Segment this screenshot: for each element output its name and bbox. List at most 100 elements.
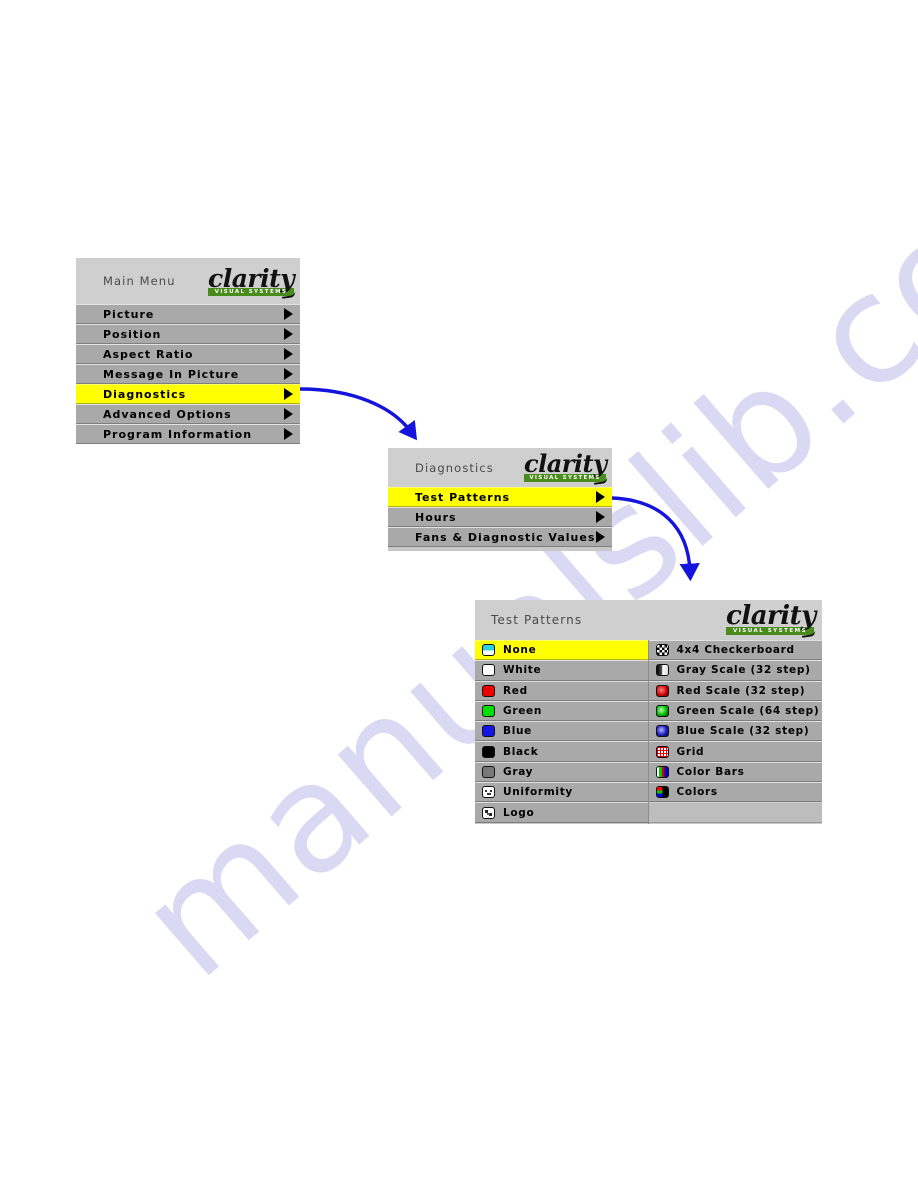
clarity-logo-word: clarity	[208, 263, 295, 293]
test-pattern-uniformity[interactable]: Uniformity	[475, 782, 648, 803]
test-pattern-label: Red Scale (32 step)	[676, 684, 806, 697]
test-pattern-label: Grid	[676, 745, 705, 758]
none-pattern-icon	[482, 644, 495, 657]
test-pattern-black[interactable]: Black	[475, 741, 648, 762]
test-pattern-colors[interactable]: Colors	[648, 782, 822, 803]
test-pattern-blue-scale-32-step[interactable]: Blue Scale (32 step)	[648, 721, 822, 742]
test-pattern-color-bars[interactable]: Color Bars	[648, 761, 822, 783]
submenu-arrow-icon	[284, 348, 293, 360]
red-swatch-icon	[482, 684, 495, 697]
menu-item-label: Aspect Ratio	[103, 347, 194, 361]
gray-swatch-icon	[482, 765, 495, 778]
connector-arrows	[299, 387, 700, 582]
test-pattern-label: White	[503, 664, 542, 677]
test-patterns-body: None White Red Green Blue Black Gray Uniformity…	[475, 640, 822, 824]
page-watermark: manualslib.com	[0, 0, 918, 1188]
test-patterns-right-column: 4x4 Checkerboard Gray Scale (32 step) Red …	[648, 640, 822, 824]
main-menu-item-aspect-ratio[interactable]: Aspect Ratio	[76, 344, 300, 364]
main-menu-item-diagnostics[interactable]: Diagnostics	[76, 384, 300, 404]
menu-item-label: Fans & Diagnostic Values	[415, 530, 596, 544]
clarity-logo-tagline: VISUAL SYSTEMS	[726, 626, 814, 635]
arrow-main-to-diagnostics	[299, 387, 418, 441]
test-pattern-4x4-checkerboard[interactable]: 4x4 Checkerboard	[648, 640, 822, 661]
test-pattern-red[interactable]: Red	[475, 680, 648, 701]
menu-item-label: Program Information	[103, 427, 253, 441]
menu-item-label: Message In Picture	[103, 367, 240, 381]
clarity-logo: clarity VISUAL SYSTEMS	[524, 452, 609, 485]
blue-swatch-icon	[482, 725, 495, 738]
test-pattern-gray-scale-32-step[interactable]: Gray Scale (32 step)	[648, 660, 822, 681]
test-pattern-label: Color Bars	[676, 765, 745, 778]
colors-icon	[655, 786, 669, 799]
submenu-arrow-icon	[596, 491, 605, 503]
test-pattern-label: Green Scale (64 step)	[676, 705, 820, 718]
menu-item-label: Advanced Options	[103, 407, 232, 421]
clarity-logo: clarity VISUAL SYSTEMS	[726, 601, 816, 638]
grid-icon	[655, 745, 669, 758]
test-pattern-label: None	[503, 644, 537, 657]
gray-scale-icon	[655, 664, 669, 677]
diagnostics-menu-item-fans-diagnostic-values[interactable]: Fans & Diagnostic Values	[388, 527, 612, 547]
green-scale-icon	[655, 705, 669, 718]
white-swatch-icon	[482, 664, 495, 677]
diagnostics-menu-title: Diagnostics	[415, 460, 494, 475]
test-pattern-label: Blue Scale (32 step)	[676, 725, 810, 738]
submenu-arrow-icon	[284, 308, 293, 320]
checkerboard-icon	[655, 644, 669, 657]
test-pattern-white[interactable]: White	[475, 660, 648, 681]
test-pattern-green-scale-64-step[interactable]: Green Scale (64 step)	[648, 700, 822, 722]
blue-scale-icon	[655, 725, 669, 738]
submenu-arrow-icon	[284, 328, 293, 340]
main-menu-panel: Main Menu clarity VISUAL SYSTEMS Picture…	[76, 258, 300, 444]
black-swatch-icon	[482, 745, 495, 758]
diagnostics-menu-panel: Diagnostics clarity VISUAL SYSTEMS Test …	[388, 448, 612, 551]
arrow-diagnostics-to-test-patterns	[611, 496, 700, 582]
color-bars-icon	[655, 765, 669, 778]
test-pattern-none[interactable]: None	[475, 640, 648, 661]
submenu-arrow-icon	[284, 408, 293, 420]
main-menu-item-position[interactable]: Position	[76, 324, 300, 344]
main-menu-item-program-information[interactable]: Program Information	[76, 424, 300, 444]
submenu-arrow-icon	[284, 368, 293, 380]
menu-item-label: Picture	[103, 307, 155, 321]
main-menu-item-advanced-options[interactable]: Advanced Options	[76, 404, 300, 424]
submenu-arrow-icon	[596, 531, 605, 543]
test-pattern-row-empty	[648, 802, 822, 823]
clarity-logo: clarity VISUAL SYSTEMS	[208, 263, 297, 299]
clarity-logo-tagline: VISUAL SYSTEMS	[524, 473, 606, 482]
test-pattern-label: 4x4 Checkerboard	[676, 644, 795, 657]
test-pattern-label: Uniformity	[503, 786, 573, 799]
diagnostics-menu-rows: Test Patterns Hours Fans & Diagnostic Valu…	[388, 487, 612, 547]
diagnostics-menu-header: Diagnostics clarity VISUAL SYSTEMS	[388, 448, 612, 487]
menu-item-label: Diagnostics	[103, 387, 187, 401]
main-menu-title: Main Menu	[103, 274, 176, 288]
submenu-arrow-icon	[284, 428, 293, 440]
test-pattern-label: Green	[503, 705, 543, 718]
main-menu-header: Main Menu clarity VISUAL SYSTEMS	[76, 258, 300, 304]
test-patterns-header: Test Patterns clarity VISUAL SYSTEMS	[475, 600, 822, 640]
clarity-logo-word: clarity	[726, 601, 816, 632]
test-pattern-label: Colors	[676, 786, 718, 799]
main-menu-item-message-in-picture[interactable]: Message In Picture	[76, 364, 300, 384]
test-pattern-gray[interactable]: Gray	[475, 761, 648, 783]
logo-pattern-icon	[482, 806, 495, 819]
clarity-logo-tagline: VISUAL SYSTEMS	[208, 287, 294, 296]
test-pattern-label: Logo	[503, 806, 535, 819]
test-pattern-blue[interactable]: Blue	[475, 721, 648, 742]
submenu-arrow-icon	[284, 388, 293, 400]
menu-item-label: Test Patterns	[415, 490, 511, 504]
test-pattern-green[interactable]: Green	[475, 700, 648, 722]
diagnostics-menu-item-hours[interactable]: Hours	[388, 507, 612, 527]
submenu-arrow-icon	[596, 511, 605, 523]
test-pattern-logo[interactable]: Logo	[475, 802, 648, 823]
menu-item-label: Hours	[415, 510, 457, 524]
diagnostics-menu-item-test-patterns[interactable]: Test Patterns	[388, 487, 612, 507]
main-menu-item-picture[interactable]: Picture	[76, 304, 300, 324]
test-pattern-red-scale-32-step[interactable]: Red Scale (32 step)	[648, 680, 822, 701]
test-pattern-label: Gray Scale (32 step)	[676, 664, 811, 677]
test-patterns-panel: Test Patterns clarity VISUAL SYSTEMS Non…	[475, 600, 822, 824]
uniformity-icon	[482, 786, 495, 799]
test-pattern-grid[interactable]: Grid	[648, 741, 822, 762]
red-scale-icon	[655, 684, 669, 697]
main-menu-rows: Picture Position Aspect Ratio Message In Pi…	[76, 304, 300, 444]
